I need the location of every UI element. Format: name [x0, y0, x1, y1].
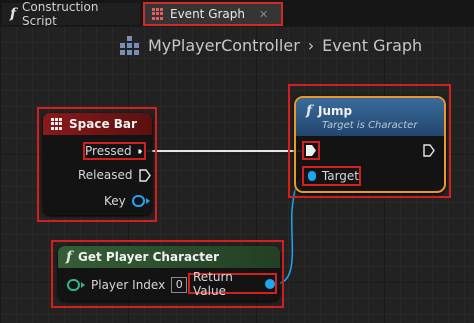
object-pin-icon[interactable]: [308, 171, 316, 181]
target-pin-highlight: Target: [302, 166, 361, 186]
pin-arrow-icon: [81, 282, 85, 288]
exec-out-pin-icon[interactable]: [423, 144, 435, 157]
player-index-pin-row: Player Index 0: [67, 277, 188, 293]
released-label: Released: [78, 168, 133, 182]
node-title: Jump: [318, 104, 353, 118]
player-index-input[interactable]: 0: [171, 277, 188, 293]
exec-out-pin-icon[interactable]: [137, 145, 142, 158]
jump-header[interactable]: f Jump Target is Character: [296, 98, 444, 136]
input-event-icon: [51, 118, 63, 130]
return-value-label: Return Value: [193, 269, 233, 298]
key-pin-row: Key: [104, 194, 150, 208]
function-icon: f: [306, 103, 313, 119]
space-bar-header[interactable]: Space Bar: [43, 113, 152, 135]
return-value-pin-highlight: Return Value: [188, 270, 277, 298]
target-label: Target: [321, 169, 359, 183]
struct-pin-icon[interactable]: [131, 195, 145, 207]
player-index-label: Player Index: [91, 278, 166, 292]
node-subtitle: Target is Character: [322, 120, 418, 131]
released-pin-row: Released: [78, 168, 151, 182]
int-pin-icon[interactable]: [67, 279, 80, 291]
function-icon: f: [66, 249, 73, 265]
exec-out-pin-icon[interactable]: [138, 168, 151, 182]
node-title: Get Player Character: [78, 250, 219, 264]
pin-arrow-icon: [145, 198, 150, 204]
pressed-pin-highlight: Pressed: [83, 142, 146, 160]
get-player-character-header[interactable]: f Get Player Character: [58, 246, 280, 268]
node-title: Space Bar: [69, 117, 137, 131]
key-label: Key: [104, 194, 126, 208]
exec-in-pin-icon[interactable]: [305, 144, 317, 157]
exec-in-pin-highlight: [302, 141, 320, 160]
object-pin-icon[interactable]: [264, 278, 275, 289]
pressed-label: Pressed: [85, 144, 132, 158]
